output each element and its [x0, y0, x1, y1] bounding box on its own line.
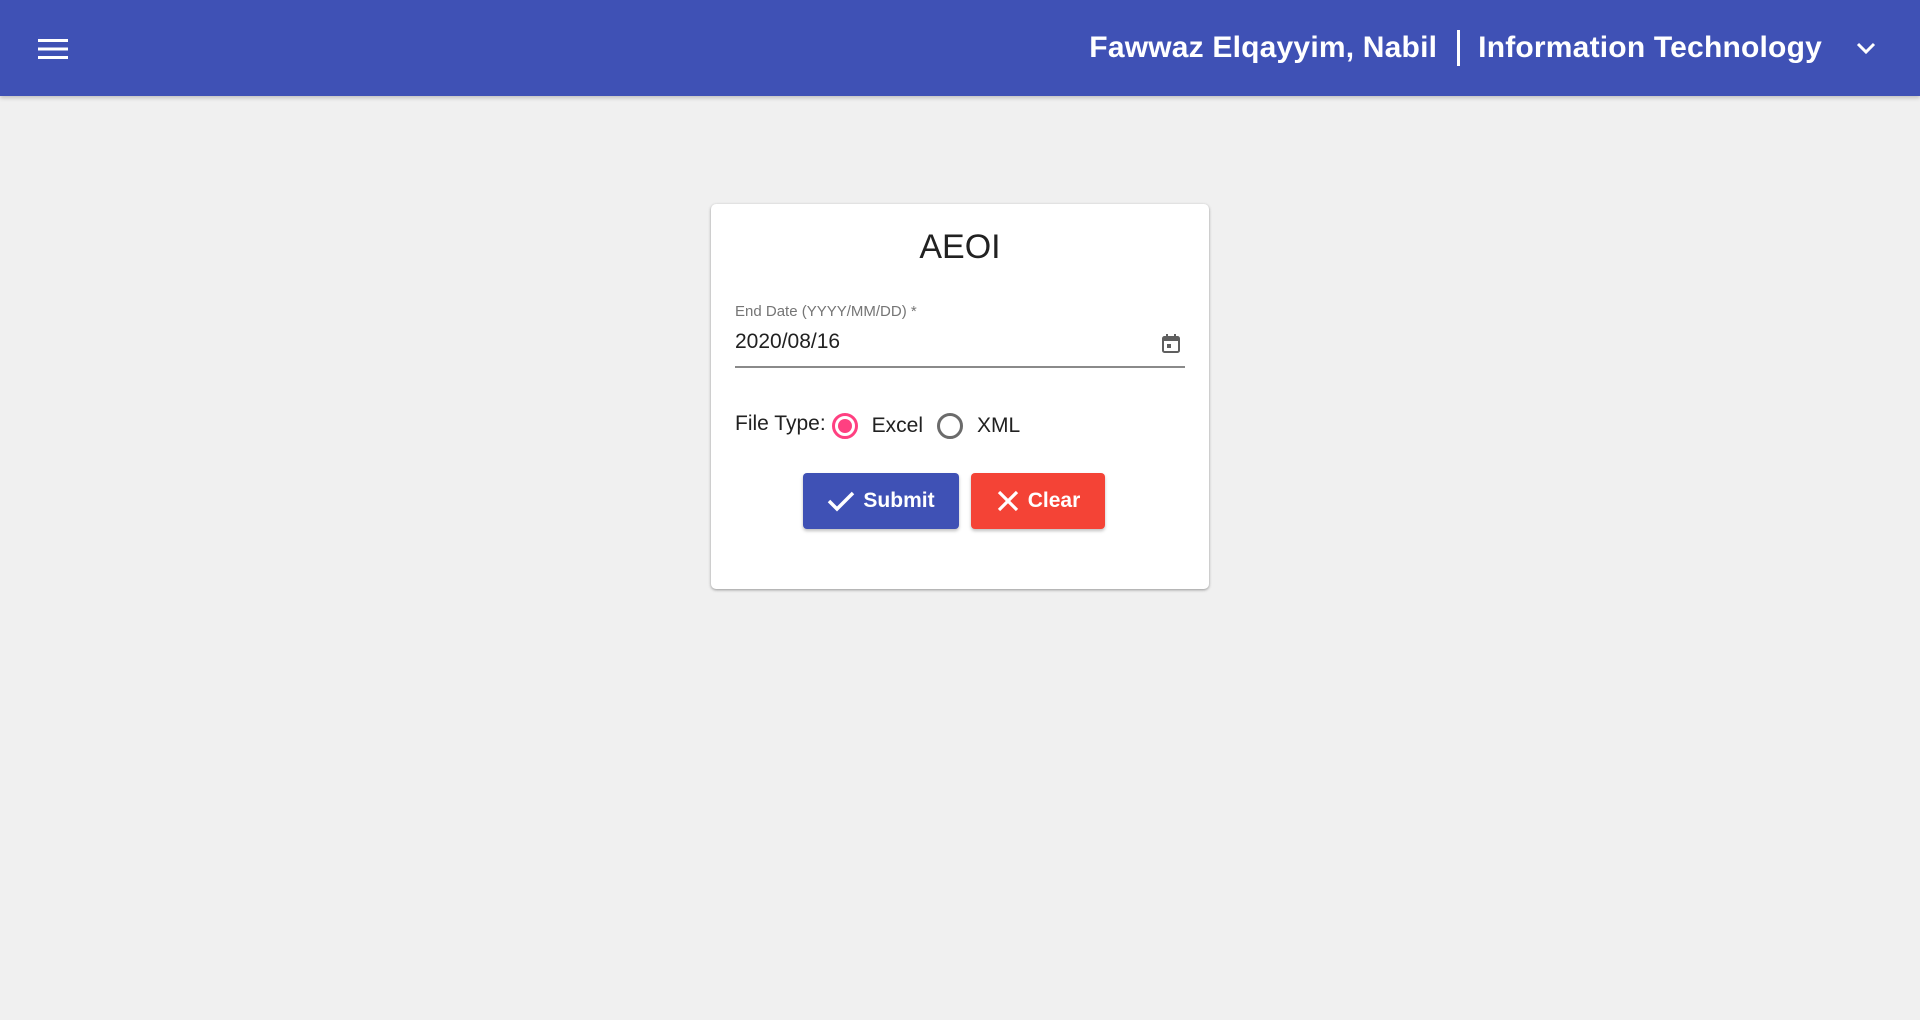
calendar-icon [1162, 334, 1180, 353]
clear-label: Clear [1027, 489, 1081, 512]
end-date-field [735, 326, 1185, 368]
menu-button[interactable] [28, 24, 78, 74]
submit-button[interactable]: Submit [803, 473, 959, 529]
menu-icon [38, 39, 68, 59]
chevron-down-icon [1856, 42, 1876, 55]
form-title: AEOI [919, 228, 1001, 266]
end-date-input[interactable] [735, 330, 1135, 354]
radio-excel-circle[interactable] [831, 413, 858, 439]
file-type-group: File Type: Excel XML [735, 408, 1034, 444]
clear-button[interactable]: Clear [971, 473, 1105, 529]
header-divider [1457, 30, 1461, 66]
aeoi-form-card: AEOI End Date (YYYY/MM/DD) * File Type: … [711, 204, 1209, 589]
end-date-label: End Date (YYYY/MM/DD) * [735, 303, 917, 320]
check-icon [827, 490, 855, 512]
file-type-label: File Type: [735, 412, 826, 435]
close-icon [996, 489, 1020, 513]
radio-excel-label[interactable]: Excel [872, 414, 923, 438]
submit-label: Submit [863, 489, 935, 512]
radio-xml-circle[interactable] [937, 413, 964, 439]
user-menu-dropdown[interactable] [1844, 26, 1888, 70]
user-name: Fawwaz Elqayyim, Nabil [1089, 31, 1438, 64]
app-header: Fawwaz Elqayyim, Nabil Information Techn… [0, 0, 1920, 96]
radio-xml[interactable]: XML [937, 413, 1020, 439]
date-picker-button[interactable] [1159, 332, 1183, 356]
user-info: Fawwaz Elqayyim, Nabil Information Techn… [1089, 0, 1888, 96]
radio-excel[interactable]: Excel [831, 413, 923, 439]
radio-selected-dot [837, 419, 852, 433]
department-name: Information Technology [1478, 31, 1822, 64]
radio-xml-label[interactable]: XML [977, 414, 1020, 438]
